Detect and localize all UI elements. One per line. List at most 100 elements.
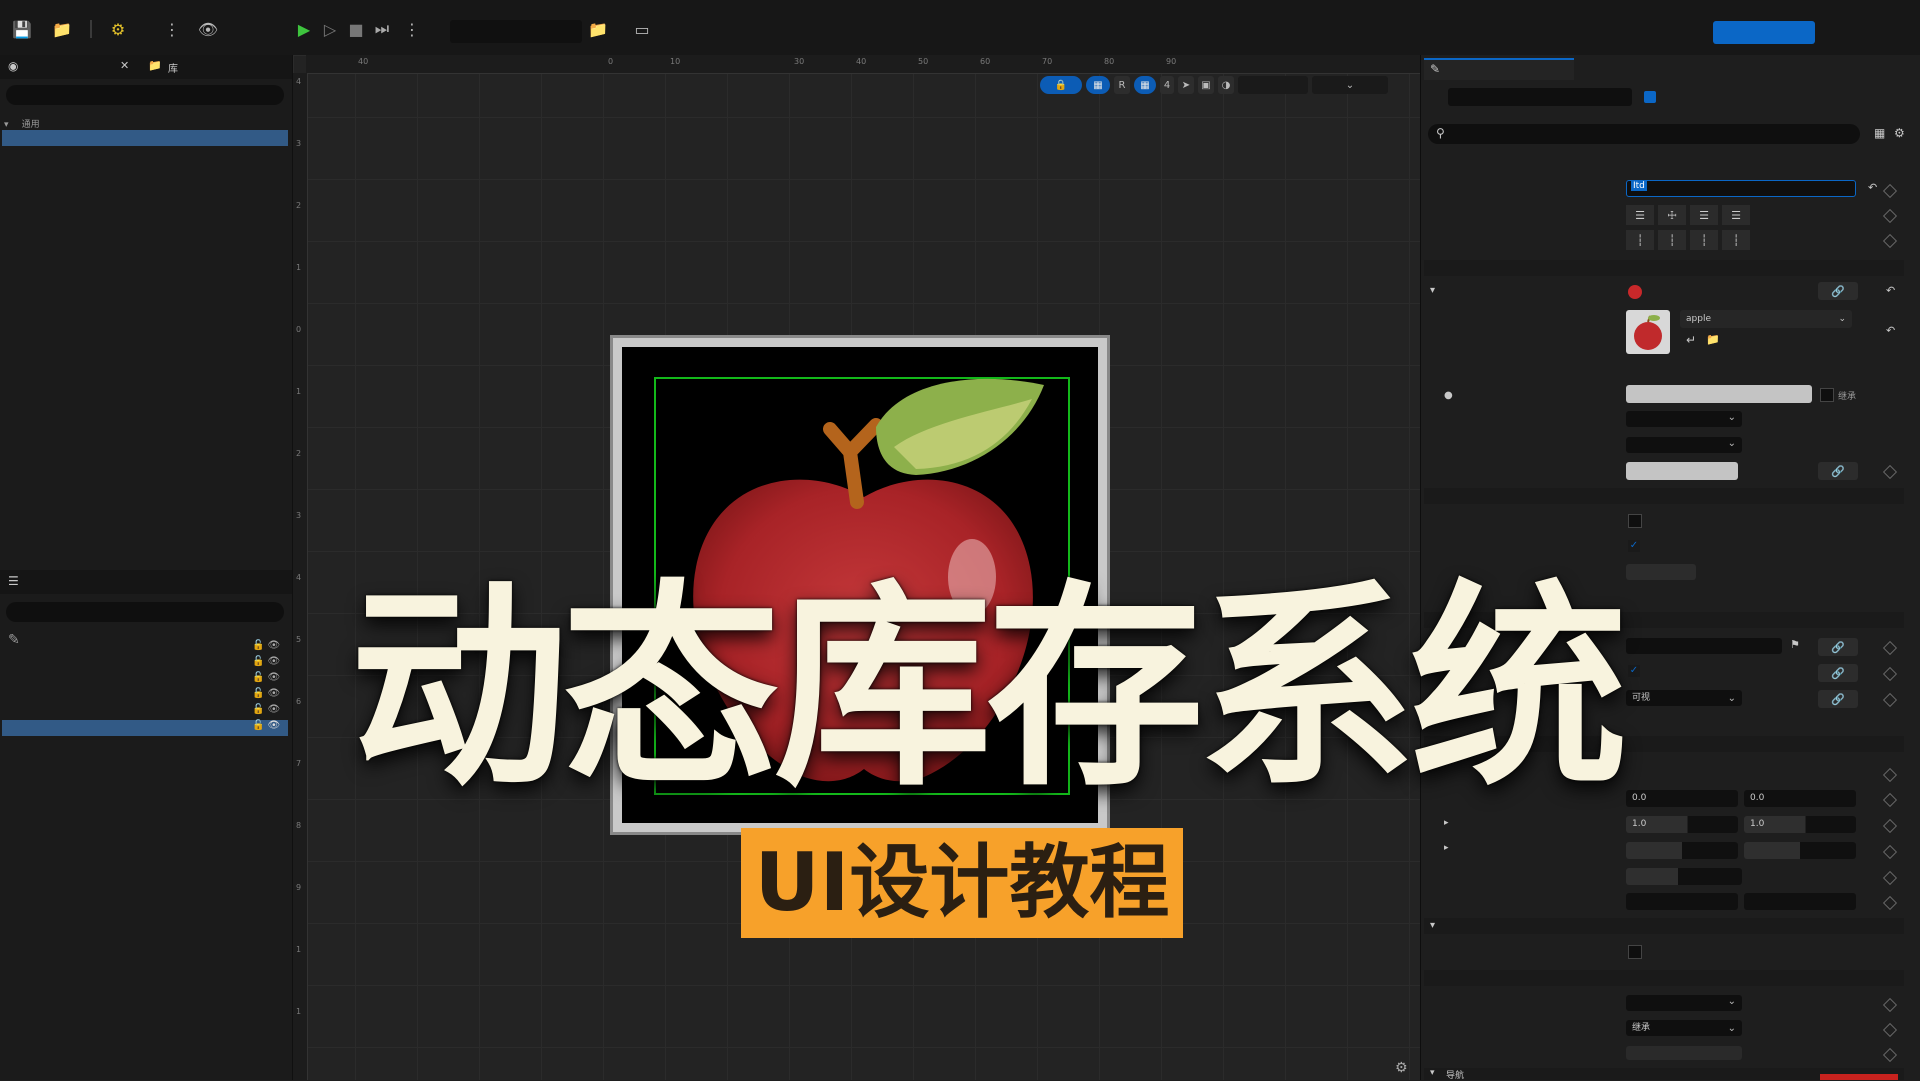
align-vfill-button[interactable]: ┆ — [1722, 230, 1750, 250]
translation-y-field[interactable]: 0.0 — [1744, 790, 1856, 807]
mode-toggle-button[interactable] — [1713, 21, 1815, 44]
tooltip-text-field[interactable] — [1626, 638, 1782, 654]
compile-icon[interactable]: ⚙ — [106, 18, 130, 40]
scale-x-field[interactable]: 1.0 — [1626, 816, 1738, 833]
shear-x-field[interactable] — [1626, 842, 1738, 859]
variable-checkbox[interactable] — [1644, 91, 1656, 103]
align-fill-button[interactable]: ☰ — [1722, 205, 1750, 225]
visibility-icons-row[interactable]: 🔓👁 — [252, 656, 283, 667]
visibility-select[interactable]: 可视 ⌄ — [1626, 690, 1742, 706]
grid-icon[interactable]: ▦ — [1134, 76, 1156, 94]
dpi-icon[interactable]: ◑ — [1218, 76, 1234, 94]
lock-icon[interactable]: ● — [1444, 390, 1453, 401]
translation-x-field[interactable]: 0.0 — [1626, 790, 1738, 807]
details-tab[interactable]: ✎ — [1424, 58, 1574, 80]
chevron-down-icon[interactable]: ▾ — [1430, 285, 1435, 296]
palette-icon: ◉ — [8, 59, 19, 73]
skip-icon[interactable]: ⏭ — [370, 18, 394, 40]
align-left-button[interactable]: ☰ — [1626, 205, 1654, 225]
browse-asset-icon[interactable]: ↵ — [1686, 333, 1696, 347]
save-icon[interactable]: 💾 — [10, 18, 34, 40]
play-icon[interactable]: ▶ — [292, 18, 316, 40]
bind-button[interactable]: 🔗 — [1818, 690, 1858, 708]
play-options-icon[interactable]: ⋮ — [400, 18, 424, 40]
bind-button[interactable]: 🔗 — [1818, 462, 1858, 480]
align-top-button[interactable]: ┆ — [1626, 230, 1654, 250]
shear-y-field[interactable] — [1744, 842, 1856, 859]
tiling-select[interactable]: ⌄ — [1626, 411, 1742, 427]
step-icon[interactable]: ▷ — [318, 18, 342, 40]
cursor-icon[interactable]: ➤ — [1178, 76, 1194, 94]
cursor-select[interactable]: ⌄ — [1626, 995, 1742, 1011]
grid-size-value[interactable]: 4 — [1160, 76, 1174, 94]
brush-color-swatch[interactable] — [1628, 285, 1642, 299]
visibility-icons-row[interactable]: 🔓👁 — [252, 704, 283, 715]
close-icon[interactable]: ✕ — [120, 59, 129, 72]
property-checkbox[interactable] — [1628, 514, 1642, 528]
render-checkbox[interactable] — [1628, 945, 1642, 959]
hierarchy-selected-item[interactable] — [2, 720, 288, 736]
layout-icon[interactable]: ▦ — [1086, 76, 1110, 94]
expand-arrow-icon[interactable]: ▸ — [1444, 818, 1449, 828]
hierarchy-search-input[interactable] — [6, 602, 284, 622]
tint-color-field[interactable] — [1626, 462, 1738, 480]
screen-size-select[interactable] — [1238, 76, 1308, 94]
scale-y-field[interactable]: 1.0 — [1744, 816, 1856, 833]
property-slider[interactable] — [1626, 564, 1696, 580]
reset-icon[interactable]: ↶ — [1886, 324, 1895, 337]
align-bottom-button[interactable]: ┆ — [1690, 230, 1718, 250]
palette-search-input[interactable] — [6, 85, 284, 105]
details-search-input[interactable] — [1428, 124, 1860, 144]
bind-button[interactable]: 🔗 — [1818, 638, 1858, 656]
monitor-icon[interactable]: ▭ — [630, 18, 654, 40]
stop-icon[interactable]: ■ — [344, 18, 368, 40]
table-view-icon[interactable]: ▦ — [1874, 126, 1885, 140]
browse-icon[interactable]: 📁 — [50, 18, 74, 40]
opacity-field[interactable] — [1626, 1046, 1742, 1060]
pivot-x-field[interactable] — [1626, 893, 1738, 910]
more-options-icon[interactable]: ⋮ — [160, 18, 184, 40]
debug-object-select[interactable] — [450, 20, 582, 43]
debug-icon[interactable]: 👁 — [196, 18, 220, 40]
lock-icon[interactable]: 🔒 — [1040, 76, 1082, 94]
clipping-select[interactable]: 继承 ⌄ — [1626, 1020, 1742, 1036]
debug-folder-icon[interactable]: 📁 — [586, 18, 610, 40]
align-center-button[interactable]: ☩ — [1658, 205, 1686, 225]
category-row[interactable]: ▾ 通用 — [4, 112, 40, 130]
r-toggle[interactable]: R — [1114, 76, 1130, 94]
settings-icon[interactable]: ⚙ — [1894, 126, 1905, 140]
visibility-icons-row[interactable]: 🔓👁 — [252, 720, 283, 731]
is-enabled-checkbox[interactable]: ✓ — [1628, 665, 1640, 677]
inherit-checkbox[interactable] — [1820, 388, 1834, 402]
widget-name-field[interactable] — [1448, 88, 1632, 106]
visibility-icons-row[interactable]: 🔓👁 — [252, 688, 283, 699]
chevron-down-icon[interactable]: ▾ — [1430, 920, 1435, 931]
folder-icon[interactable]: 📁 — [1706, 333, 1720, 346]
expand-arrow-icon[interactable]: ▸ — [1444, 843, 1449, 853]
flag-icon[interactable]: ⚑ — [1790, 638, 1800, 651]
library-tab[interactable]: 库 — [168, 60, 178, 75]
angle-field[interactable] — [1626, 868, 1742, 885]
align-right-button[interactable]: ☰ — [1690, 205, 1718, 225]
image-asset-select[interactable]: apple ⌄ — [1680, 310, 1852, 328]
bind-button[interactable]: 🔗 — [1818, 282, 1858, 300]
image-icon[interactable]: ▣ — [1198, 76, 1214, 94]
pivot-y-field[interactable] — [1744, 893, 1856, 910]
reset-icon[interactable]: ↶ — [1868, 181, 1877, 194]
image-size-field[interactable] — [1626, 385, 1812, 403]
property-checkbox-checked[interactable]: ✓ — [1628, 540, 1640, 552]
align-middle-button[interactable]: ┆ — [1658, 230, 1686, 250]
bind-button[interactable]: 🔗 — [1818, 664, 1858, 682]
canvas-settings-icon[interactable]: ⚙ — [1395, 1060, 1408, 1076]
visibility-icons-row[interactable]: 🔓👁 — [252, 672, 283, 683]
hierarchy-root-item[interactable]: ✎ — [8, 632, 20, 648]
visibility-icons-row[interactable]: 🔓👁 — [252, 640, 283, 651]
reset-icon[interactable]: ↶ — [1886, 284, 1895, 297]
fill-mode-select[interactable]: ⌄ — [1312, 76, 1388, 94]
palette-selected-item[interactable] — [2, 130, 288, 146]
slot-name-input[interactable]: Itd — [1626, 180, 1856, 197]
visibility-value: 可视 — [1632, 693, 1651, 703]
image-thumbnail[interactable] — [1626, 310, 1670, 354]
chevron-down-icon[interactable]: ▾ — [4, 120, 9, 130]
draw-as-select[interactable]: ⌄ — [1626, 437, 1742, 453]
